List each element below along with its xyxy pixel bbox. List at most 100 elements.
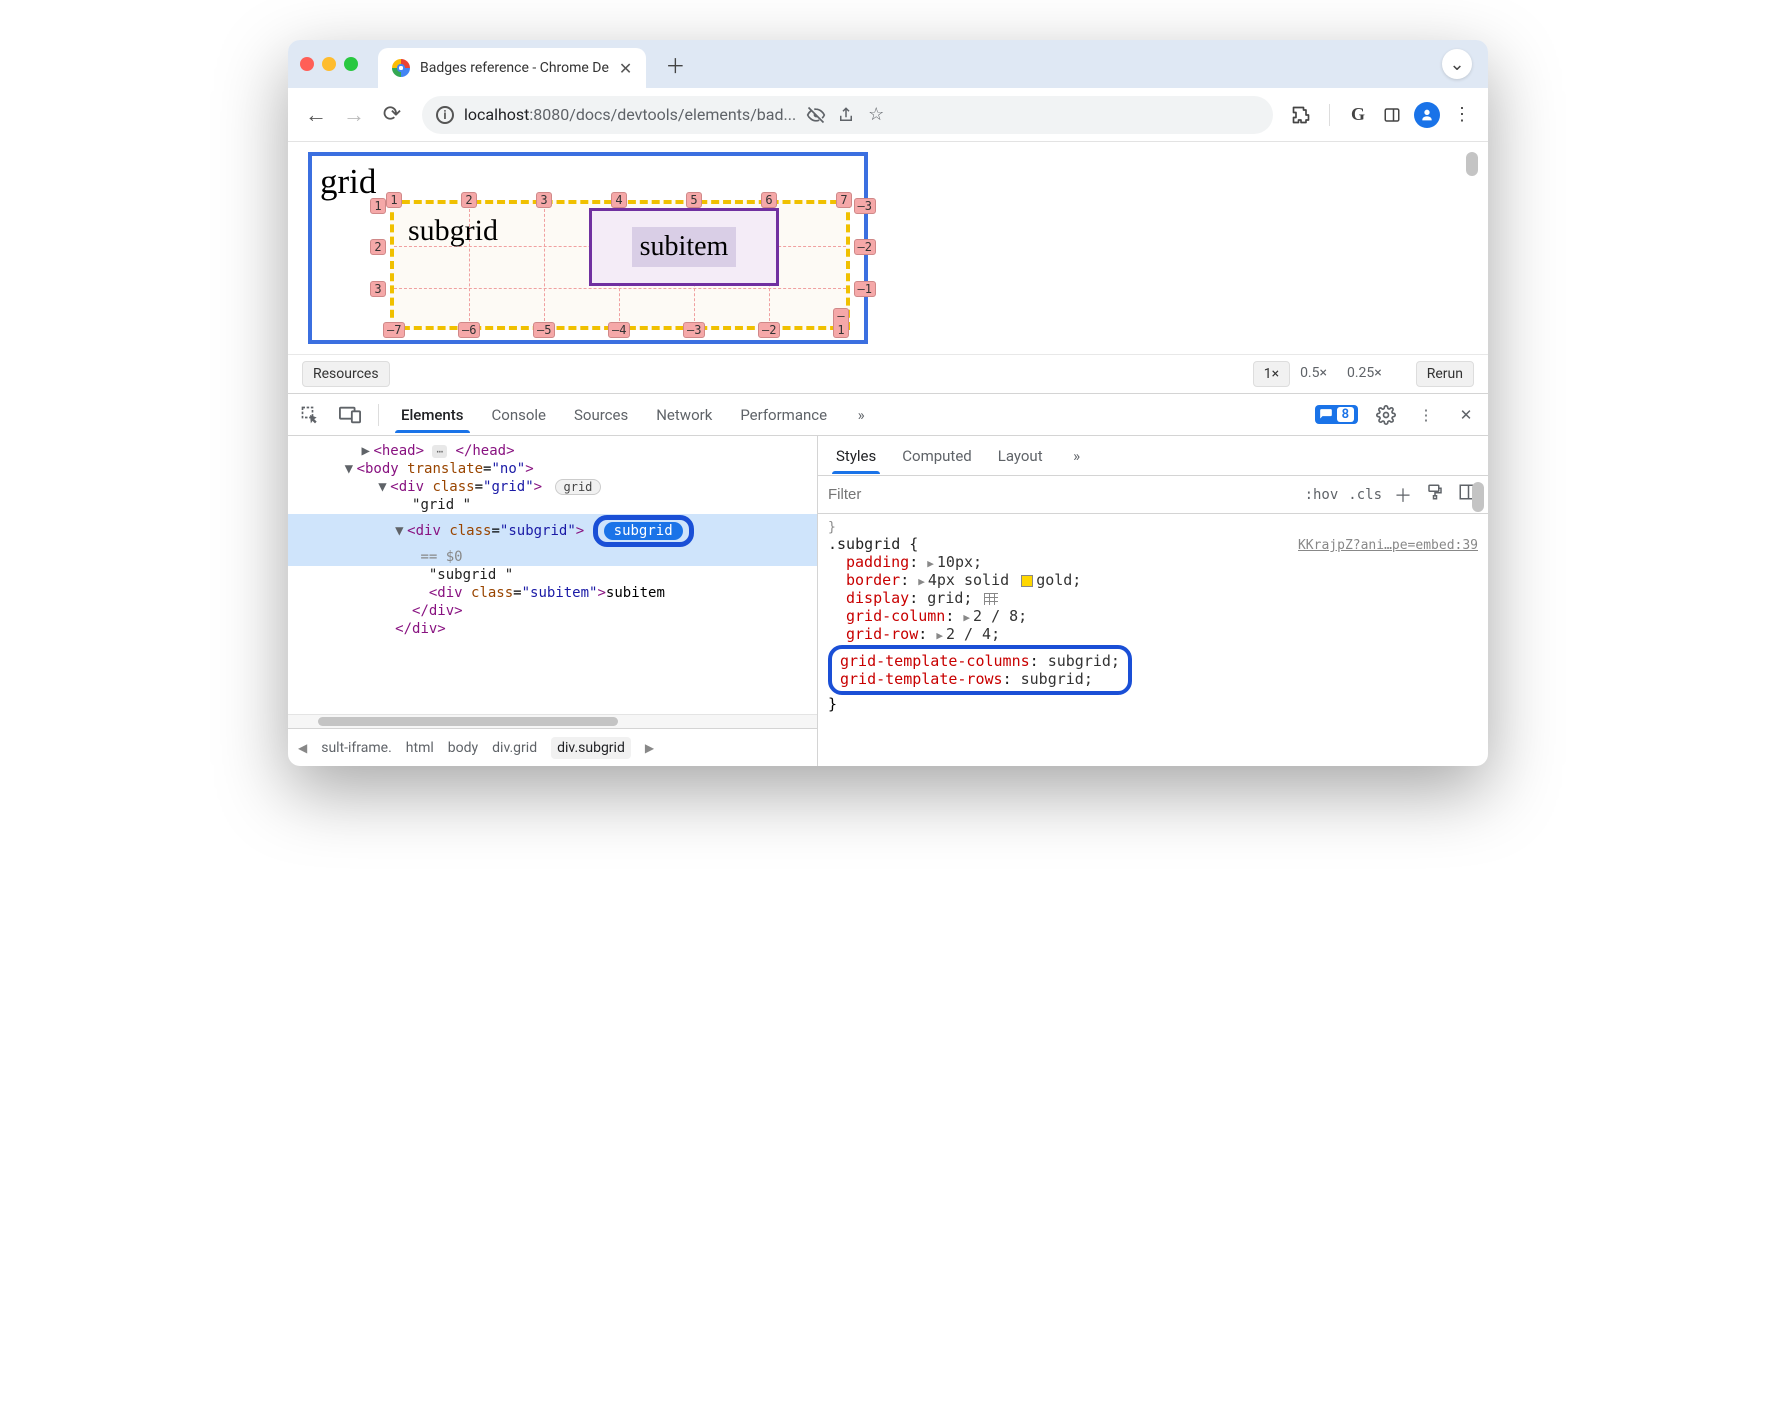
page-viewport: grid 1 2 3 4 5 6 7 1 2 3 –3 –2 –1 [288,142,1488,344]
new-style-rule-icon[interactable]: ＋ [1392,482,1414,508]
crumb-iframe[interactable]: sult-iframe. [321,740,392,756]
issues-badge[interactable]: 8 [1315,405,1358,424]
subgrid-label: subgrid [408,214,498,248]
google-shortcut-icon[interactable]: G [1346,103,1370,127]
styles-panel: Styles Computed Layout » :hov .cls ＋ [818,436,1488,766]
grid-editor-icon[interactable] [984,593,998,605]
tab-styles[interactable]: Styles [832,439,880,473]
more-styles-tabs-icon[interactable]: » [1065,444,1089,468]
styles-rules[interactable]: } .subgrid { KKrajpZ?ani…pe=embed:39 pad… [818,514,1488,766]
breadcrumb-left-icon[interactable]: ◀ [298,741,307,755]
grid-line-number: –5 [533,322,555,338]
elements-h-scrollbar[interactable] [288,714,817,728]
selected-dom-node[interactable]: ▼<div class="subgrid"> subgrid [288,514,817,548]
issues-count: 8 [1337,407,1354,422]
back-button[interactable]: ← [302,101,330,129]
devtools-menu-icon[interactable]: ⋮ [1414,403,1438,427]
inspect-element-icon[interactable] [298,403,322,427]
breadcrumb-right-icon[interactable]: ▶ [645,741,654,755]
tab-network[interactable]: Network [650,398,718,432]
grid-line-number: 1 [386,192,402,208]
settings-gear-icon[interactable] [1374,403,1398,427]
resources-button[interactable]: Resources [302,361,390,387]
grid-line-number: 4 [611,192,627,208]
new-tab-button[interactable]: ＋ [660,49,690,79]
tab-elements[interactable]: Elements [395,398,470,432]
device-toolbar-icon[interactable] [338,403,362,427]
tab-performance[interactable]: Performance [734,398,833,432]
subgrid-badge[interactable]: subgrid [604,522,683,540]
tab-computed[interactable]: Computed [898,439,976,473]
subgrid-props-annotation: grid-template-columns: subgrid; grid-tem… [828,645,1132,695]
address-bar[interactable]: i localhost:8080/docs/devtools/elements/… [422,96,1273,134]
maximize-window-button[interactable] [344,57,358,71]
tab-layout[interactable]: Layout [994,439,1047,473]
close-devtools-icon[interactable]: ✕ [1454,403,1478,427]
subitem-label: subitem [632,227,737,267]
tab-title: Badges reference - Chrome De [420,60,609,76]
site-info-icon[interactable]: i [436,106,454,124]
minimize-window-button[interactable] [322,57,336,71]
page-scrollbar[interactable] [1466,152,1478,176]
browser-toolbar: ← → ⟳ i localhost:8080/docs/devtools/ele… [288,88,1488,142]
styles-filter-input[interactable] [828,486,1295,503]
reload-button[interactable]: ⟳ [378,101,406,129]
hov-toggle[interactable]: :hov [1305,487,1339,503]
grid-line-number: –1 [833,308,849,338]
subitem-box: subitem [589,208,779,286]
rerun-button[interactable]: Rerun [1416,361,1474,387]
tab-strip: Badges reference - Chrome De ✕ ＋ ⌄ [288,40,1488,88]
tabs-dropdown-button[interactable]: ⌄ [1442,49,1472,79]
demo-toolbar: Resources 1× 0.5× 0.25× Rerun [288,354,1488,393]
grid-line-number: 3 [370,281,386,297]
grid-line-number: –2 [854,239,876,255]
rule-selector[interactable]: .subgrid { [828,535,918,553]
grid-line-number: 3 [536,192,552,208]
grid-badge[interactable]: grid [555,479,602,495]
eye-off-icon[interactable] [806,105,826,125]
extensions-icon[interactable] [1289,103,1313,127]
tab-sources[interactable]: Sources [568,398,634,432]
subgrid-badge-annotation: subgrid [593,515,694,547]
crumb-body[interactable]: body [448,740,478,756]
share-icon[interactable] [836,106,856,124]
grid-line-number: –6 [458,322,480,338]
paint-icon[interactable] [1424,483,1446,506]
zoom-options: 1× 0.5× 0.25× [1253,361,1392,387]
grid-line-number: 2 [461,192,477,208]
browser-tab[interactable]: Badges reference - Chrome De ✕ [378,48,646,88]
devtools: Elements Console Sources Network Perform… [288,393,1488,766]
subgrid-container: 1 2 3 4 5 6 7 1 2 3 –3 –2 –1 –7 –6 –5 –4 [390,200,850,330]
dom-breadcrumbs: ◀ sult-iframe. html body div.grid div.su… [288,728,817,766]
more-tabs-icon[interactable]: » [849,403,873,427]
tab-console[interactable]: Console [486,398,553,432]
grid-container: grid 1 2 3 4 5 6 7 1 2 3 –3 –2 –1 [308,152,868,344]
chrome-favicon-icon [392,59,410,77]
grid-line-number: 2 [370,239,386,255]
grid-line-number: 7 [836,192,852,208]
grid-line-number: 1 [370,198,386,214]
cls-toggle[interactable]: .cls [1348,487,1382,503]
zoom-1x[interactable]: 1× [1253,361,1290,387]
zoom-05x[interactable]: 0.5× [1290,361,1337,387]
bookmark-star-icon[interactable]: ☆ [866,104,886,125]
toolbar-divider [1329,104,1330,126]
url-text: localhost:8080/docs/devtools/elements/ba… [464,105,796,124]
styles-scrollbar[interactable] [1472,482,1484,512]
crumb-subgrid[interactable]: div.subgrid [551,737,631,759]
rule-source-link[interactable]: KKrajpZ?ani…pe=embed:39 [1298,538,1478,553]
dom-tree[interactable]: ▶<head> ⋯ </head> ▼<body translate="no">… [288,436,817,714]
crumb-grid[interactable]: div.grid [492,740,537,756]
chrome-menu-icon[interactable]: ⋮ [1450,103,1474,127]
grid-line-number: 6 [761,192,777,208]
zoom-025x[interactable]: 0.25× [1337,361,1392,387]
color-swatch-gold[interactable] [1021,575,1033,587]
crumb-html[interactable]: html [406,740,434,756]
grid-line-number: –3 [854,198,876,214]
sidepanel-icon[interactable] [1380,103,1404,127]
forward-button[interactable]: → [340,101,368,129]
close-tab-icon[interactable]: ✕ [619,59,632,78]
close-window-button[interactable] [300,57,314,71]
grid-line-number: –4 [608,322,630,338]
profile-avatar[interactable] [1414,102,1440,128]
